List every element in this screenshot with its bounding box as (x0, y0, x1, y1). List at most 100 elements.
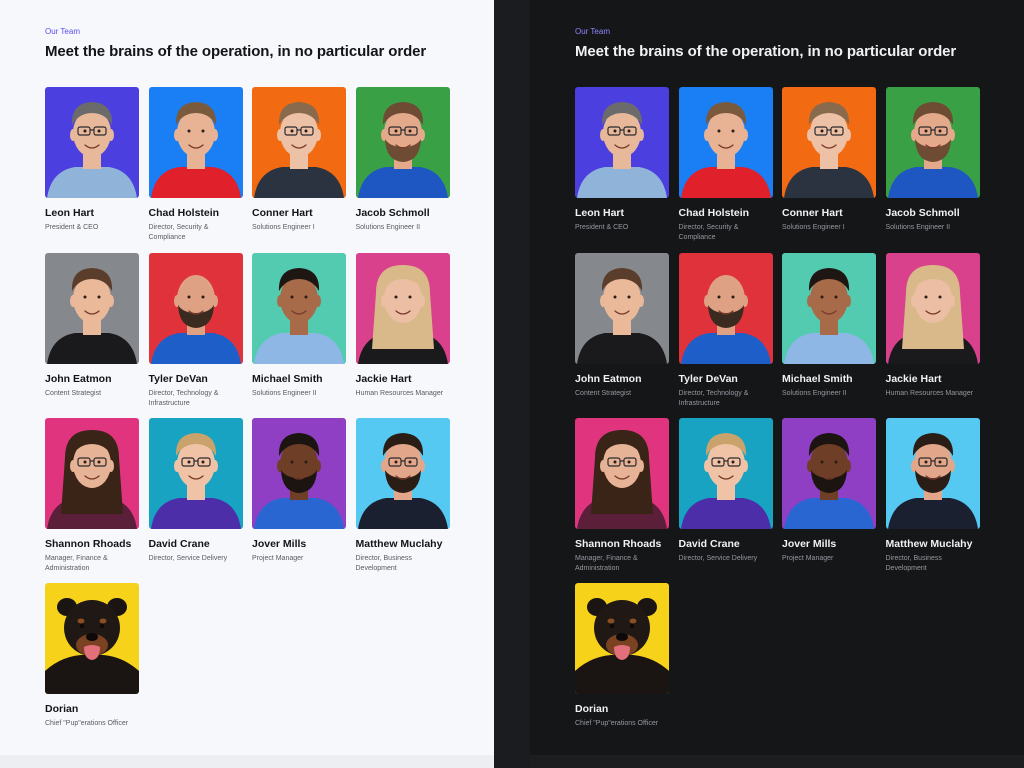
team-member-role: Director, Service Delivery (678, 555, 758, 562)
team-member-name: Chad Holstein (678, 207, 750, 219)
portrait-art (885, 418, 980, 529)
portrait-art (45, 583, 139, 694)
team-member-role: Human Resources Manager (355, 389, 444, 397)
team-member-name: Tyler DeVan (148, 372, 208, 385)
portrait-art (252, 418, 346, 529)
section-title: Meet the brains of the operation, in no … (45, 43, 427, 60)
portrait-art (782, 252, 876, 364)
portrait-art (575, 87, 669, 198)
team-member-name: Jackie Hart (355, 372, 412, 385)
team-member-card: Chad Holstein Director, Security & Compli… (678, 87, 773, 243)
team-member-role: Content Strategist (45, 389, 102, 397)
team-member-role: Chief "Pup"erations Officer (45, 720, 129, 727)
team-member-name: Conner Hart (252, 207, 313, 219)
footer-edge (530, 755, 1024, 768)
team-member-role: Project Manager (782, 555, 834, 562)
team-member-role: Solutions Engineer II (782, 389, 847, 397)
team-member-photo (45, 252, 139, 364)
team-member-name: David Crane (148, 538, 210, 550)
team-member-card: Jackie Hart Human Resources Manager (355, 252, 450, 399)
team-member-name: Leon Hart (45, 207, 95, 219)
portrait-art (575, 418, 669, 529)
team-member-name: Conner Hart (782, 207, 843, 219)
team-member-card: Leon Hart President & CEO (45, 87, 139, 233)
team-section-dark: Our Team Meet the brains of the operatio… (530, 0, 1024, 768)
team-member-card: Dorian Chief "Pup"erations Officer (575, 583, 669, 729)
panel-divider (494, 0, 530, 768)
team-member-photo (252, 418, 346, 529)
team-member-card: Tyler DeVan Director, Technology & Infras… (148, 252, 243, 409)
team-member-photo (885, 252, 980, 364)
section-eyebrow: Our Team (45, 27, 80, 36)
team-member-photo (782, 87, 876, 198)
team-member-name: Jacob Schmoll (885, 207, 960, 219)
team-member-role: Solutions Engineer II (885, 224, 951, 231)
portrait-art (575, 252, 669, 364)
portrait-art (45, 87, 139, 198)
team-member-photo (575, 583, 669, 694)
team-section-light: Our Team Meet the brains of the operatio… (0, 0, 494, 768)
team-member-photo (148, 252, 243, 364)
portrait-art (782, 87, 876, 198)
team-member-card: Matthew Muclahy Director, Business Develo… (885, 418, 980, 574)
team-member-name: Jacob Schmoll (355, 207, 430, 219)
portrait-art (678, 252, 773, 364)
team-member-role: Project Manager (252, 555, 304, 562)
team-member-photo (148, 87, 243, 198)
team-member-role: Human Resources Manager (885, 389, 974, 397)
team-member-role: Director, Security & Compliance (678, 224, 739, 241)
section-title: Meet the brains of the operation, in no … (575, 43, 957, 60)
team-member-name: Jackie Hart (885, 372, 942, 385)
team-grid: Leon Hart President & CEO Chad Holstein Dir… (575, 87, 985, 747)
team-member-name: Jover Mills (782, 538, 837, 550)
team-member-role: Solutions Engineer II (355, 224, 421, 231)
section-eyebrow: Our Team (575, 27, 610, 36)
portrait-art (252, 87, 346, 198)
team-member-card: John Eatmon Content Strategist (575, 252, 669, 399)
team-member-role: Director, Business Development (885, 555, 942, 572)
team-member-name: Tyler DeVan (678, 372, 738, 385)
team-member-name: Dorian (575, 703, 609, 715)
portrait-art (678, 418, 773, 529)
team-member-role: Director, Technology & Infrastructure (148, 389, 219, 407)
team-member-card: Jover Mills Project Manager (252, 418, 346, 564)
footer-edge (0, 755, 494, 768)
team-member-card: Jacob Schmoll Solutions Engineer II (885, 87, 980, 233)
team-member-name: Matthew Muclahy (885, 538, 973, 550)
team-member-photo (45, 583, 139, 694)
portrait-art (148, 87, 243, 198)
team-member-name: Matthew Muclahy (355, 538, 443, 550)
team-member-name: Chad Holstein (148, 207, 220, 219)
team-member-card: David Crane Director, Service Delivery (678, 418, 773, 564)
portrait-art (782, 418, 876, 529)
team-member-photo (355, 418, 450, 529)
portrait-art (45, 418, 139, 529)
team-member-name: Michael Smith (252, 372, 323, 385)
team-member-card: Michael Smith Solutions Engineer II (252, 252, 346, 399)
team-member-card: Tyler DeVan Director, Technology & Infras… (678, 252, 773, 409)
team-member-name: Jover Mills (252, 538, 307, 550)
team-member-photo (45, 418, 139, 529)
team-member-role: President & CEO (575, 224, 629, 231)
team-member-photo (575, 87, 669, 198)
team-member-role: Manager, Finance & Administration (45, 555, 108, 572)
team-member-card: John Eatmon Content Strategist (45, 252, 139, 399)
team-member-role: Chief "Pup"erations Officer (575, 720, 659, 727)
team-member-photo (45, 87, 139, 198)
team-member-photo (355, 252, 450, 364)
team-member-card: Michael Smith Solutions Engineer II (782, 252, 876, 399)
portrait-art (355, 87, 450, 198)
team-member-name: Shannon Rhoads (45, 538, 132, 550)
team-member-role: Content Strategist (575, 389, 632, 397)
team-member-role: Solutions Engineer II (252, 389, 317, 397)
team-member-name: John Eatmon (45, 372, 112, 385)
team-member-name: David Crane (678, 538, 740, 550)
team-grid: Leon Hart President & CEO Chad Holstein Dir… (45, 87, 455, 747)
team-member-role: President & CEO (45, 224, 99, 231)
portrait-art (45, 252, 139, 364)
team-member-photo (575, 252, 669, 364)
team-member-card: Matthew Muclahy Director, Business Develo… (355, 418, 450, 574)
team-member-name: Dorian (45, 703, 79, 715)
portrait-art (885, 252, 980, 364)
team-member-card: David Crane Director, Service Delivery (148, 418, 243, 564)
